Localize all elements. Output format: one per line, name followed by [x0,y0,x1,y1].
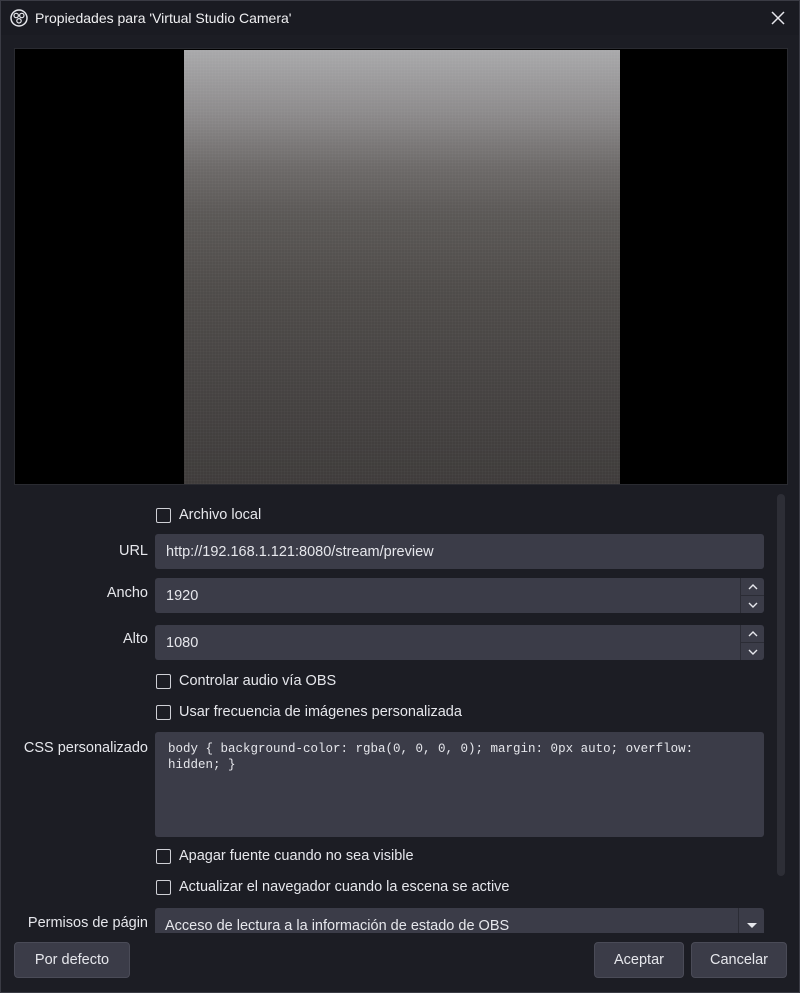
chevron-down-icon [748,649,757,655]
height-spin-arrows [740,625,764,660]
preview-image [184,50,620,484]
title-bar[interactable]: Propiedades para 'Virtual Studio Camera' [1,1,799,35]
chevron-up-icon [748,583,757,589]
width-decrement-button[interactable] [741,595,764,613]
width-increment-button[interactable] [741,578,764,595]
chevron-up-icon [748,630,757,636]
defaults-button[interactable]: Por defecto [14,942,130,978]
close-icon [771,11,785,25]
width-label: Ancho [106,585,148,601]
triangle-down-icon [746,923,757,928]
properties-dialog: Propiedades para 'Virtual Studio Camera'… [0,0,800,993]
permissions-selected-value: Acceso de lectura a la información de es… [165,917,510,934]
refresh-active-label: Actualizar el navegador cuando la escena… [179,879,510,895]
width-spin-arrows [740,578,764,613]
properties-panel[interactable]: Archivo local URL http://192.168.1.121:8… [14,488,788,933]
local-file-checkbox-box[interactable] [156,507,171,523]
shutdown-hidden-checkbox[interactable]: Apagar fuente cuando no sea visible [156,848,414,864]
ok-button[interactable]: Aceptar [594,942,684,978]
height-decrement-button[interactable] [741,642,764,660]
width-value: 1920 [166,587,199,604]
permissions-label: Permisos de págin [27,915,148,931]
url-input[interactable]: http://192.168.1.121:8080/stream/preview [155,534,764,569]
height-spinbox[interactable]: 1080 [155,625,764,660]
local-file-checkbox[interactable]: Archivo local [156,507,261,523]
css-label: CSS personalizado [23,740,148,756]
control-audio-label: Controlar audio vía OBS [179,673,337,689]
source-preview [14,48,788,485]
shutdown-hidden-label: Apagar fuente cuando no sea visible [179,848,414,864]
local-file-label: Archivo local [179,507,262,523]
window-title: Propiedades para 'Virtual Studio Camera' [35,10,292,26]
shutdown-hidden-checkbox-box[interactable] [156,848,171,864]
custom-fps-checkbox-box[interactable] [156,704,171,720]
cancel-button[interactable]: Cancelar [691,942,787,978]
custom-fps-label: Usar frecuencia de imágenes personalizad… [179,704,462,720]
url-label: URL [118,543,148,559]
height-label: Alto [123,631,148,647]
refresh-active-checkbox-box[interactable] [156,879,171,895]
height-increment-button[interactable] [741,625,764,642]
width-spinbox[interactable]: 1920 [155,578,764,613]
obs-logo-icon [10,9,28,27]
custom-fps-checkbox[interactable]: Usar frecuencia de imágenes personalizad… [156,704,462,720]
properties-scrollbar[interactable] [777,494,785,876]
control-audio-checkbox[interactable]: Controlar audio vía OBS [156,673,336,689]
control-audio-checkbox-box[interactable] [156,673,171,689]
permissions-select[interactable]: Acceso de lectura a la información de es… [155,908,764,933]
chevron-down-icon [748,602,757,608]
refresh-active-checkbox[interactable]: Actualizar el navegador cuando la escena… [156,879,509,895]
close-button[interactable] [765,5,791,31]
custom-css-textarea[interactable]: body { background-color: rgba(0, 0, 0, 0… [155,732,764,837]
permissions-dropdown-button[interactable] [738,908,764,933]
height-value: 1080 [166,634,199,651]
